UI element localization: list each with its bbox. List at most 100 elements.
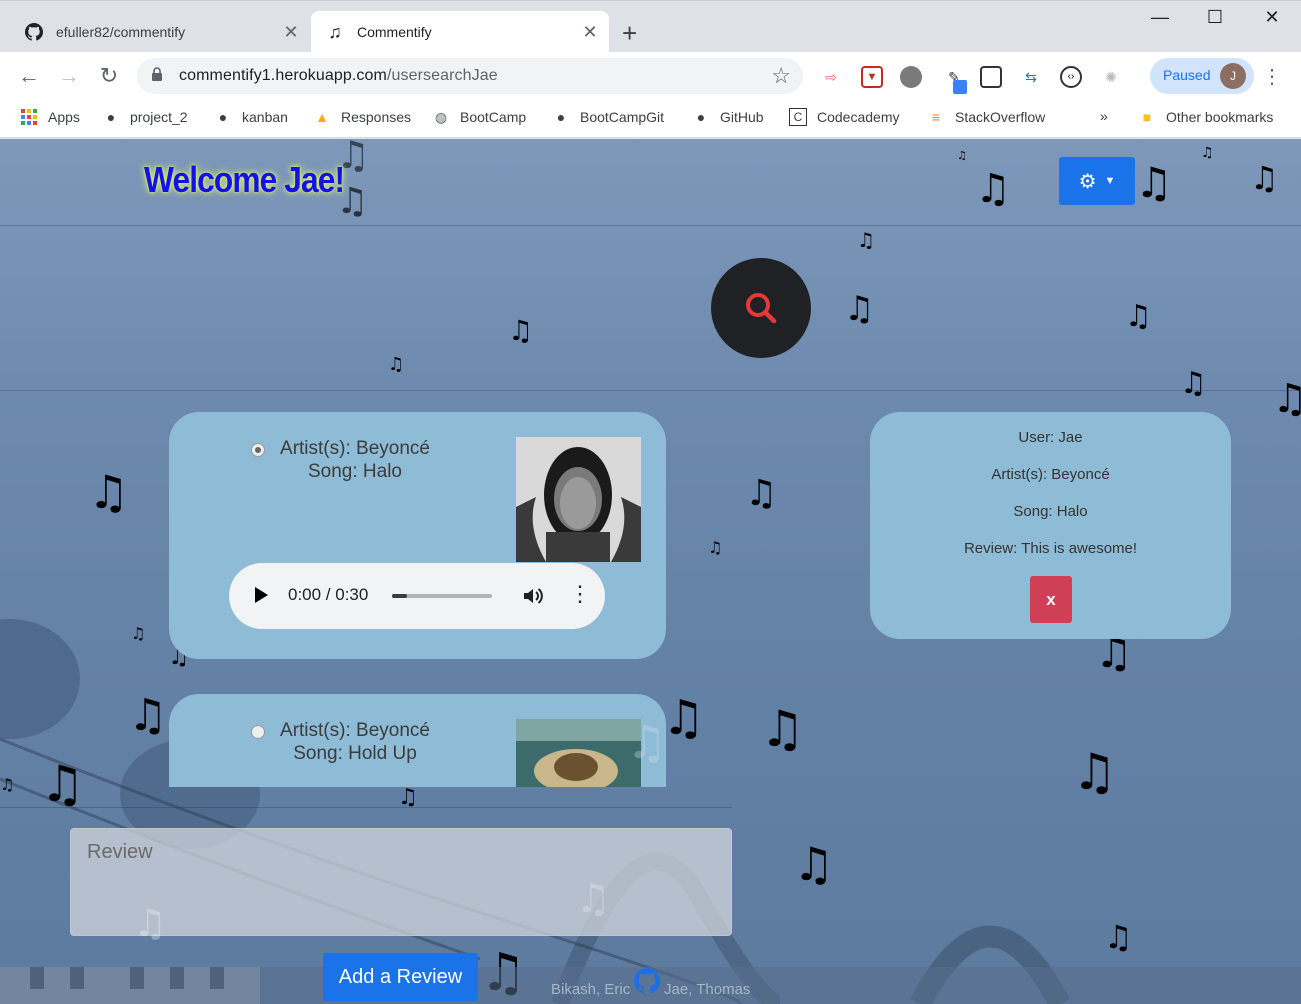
music-note-icon: ♫	[40, 755, 85, 813]
song-result-card[interactable]: Artist(s): Beyoncé Song: Halo 0:00 / 0:3…	[169, 412, 666, 659]
profile-button[interactable]: Paused J	[1150, 58, 1254, 94]
extension-chat-icon[interactable]	[900, 66, 922, 88]
song-label: Song: Halo	[307, 461, 402, 482]
music-note-icon: ♫	[1104, 918, 1133, 956]
music-note-icon: ♫	[760, 700, 805, 758]
music-note-icon: ♫	[1135, 158, 1173, 207]
bookmark-github[interactable]: ● GitHub	[692, 108, 764, 126]
extension-arrows-icon[interactable]: ⇆	[1020, 66, 1042, 88]
browser-toolbar: ← → ↻ commentify1.herokuapp.com/usersear…	[0, 52, 1301, 100]
music-note-icon: ♫	[328, 21, 342, 42]
extension-screenshot-icon[interactable]	[980, 66, 1002, 88]
music-note-icon: ♫	[128, 690, 168, 741]
bookmark-bootcamp[interactable]: ◍ BootCamp	[432, 108, 526, 126]
extension-cast-icon[interactable]: ⇨	[820, 66, 842, 88]
review-user: User: Jae	[1018, 429, 1083, 446]
song-label: Song: Hold Up	[293, 743, 417, 764]
bookmark-stackoverflow[interactable]: ≡ StackOverflow	[927, 108, 1045, 126]
search-button[interactable]	[711, 258, 811, 358]
apps-grid-icon	[20, 108, 38, 126]
extension-react-icon[interactable]: ✺	[1100, 66, 1122, 88]
play-icon[interactable]	[255, 587, 268, 603]
divider	[0, 225, 1301, 226]
music-note-icon: ♫	[508, 314, 534, 347]
tab-title: efuller82/commentify	[56, 24, 186, 40]
audio-player[interactable]: 0:00 / 0:30 ⋮	[229, 563, 605, 629]
close-icon[interactable]: ✕	[579, 22, 601, 43]
music-note-icon: ♫	[1250, 159, 1279, 197]
caret-down-icon: ▼	[1104, 175, 1116, 187]
forward-button[interactable]: →	[54, 62, 84, 92]
settings-dropdown-button[interactable]: ⚙ ▼	[1059, 157, 1135, 205]
bookmark-bootcampgit[interactable]: ● BootCampGit	[552, 108, 664, 126]
extension-pocket-icon[interactable]: ▼	[861, 66, 883, 88]
delete-review-button[interactable]: x	[1030, 576, 1072, 623]
extension-code-icon[interactable]: ‹›	[1060, 66, 1082, 88]
bookmark-apps[interactable]: Apps	[20, 108, 80, 126]
browser-menu-icon[interactable]: ⋮	[1262, 64, 1282, 89]
page-viewport: ♫ ♫ ♫ ♫ ♫ ♫ ♫ ♫ ♫ ♫ ♫ ♫ ♫ ♫ ♫ ♫ ♫ ♫ ♫ ♫ …	[0, 139, 1301, 1004]
song-result-card[interactable]: Artist(s): Beyoncé Song: Hold Up	[169, 694, 666, 787]
bookmark-other[interactable]: ■ Other bookmarks	[1138, 108, 1274, 126]
review-input[interactable]	[70, 828, 732, 936]
music-note-icon: ♫	[1272, 376, 1301, 422]
volume-icon[interactable]	[521, 584, 545, 608]
song-info: Artist(s): Beyoncé Song: Hold Up	[249, 719, 461, 765]
new-tab-button[interactable]: +	[622, 19, 637, 47]
playback-time: 0:00 / 0:30	[288, 585, 369, 604]
welcome-heading: Welcome Jae!	[144, 159, 345, 200]
review-card: User: Jae Artist(s): Beyoncé Song: Halo …	[870, 412, 1231, 639]
lock-icon	[152, 67, 162, 81]
window-close-button[interactable]: ✕	[1252, 7, 1292, 28]
tab-strip: efuller82/commentify ✕ ♫ Commentify ✕ + …	[0, 0, 1301, 53]
bookmark-responses[interactable]: ▲ Responses	[313, 108, 411, 126]
bookmarks-overflow-button[interactable]: »	[1100, 108, 1108, 124]
music-note-icon: ♫	[745, 473, 778, 514]
url-text: commentify1.herokuapp.com/usersearchJae	[179, 67, 498, 84]
music-note-icon: ♫	[1201, 145, 1214, 161]
bookmark-project2[interactable]: ● project_2	[102, 108, 188, 126]
github-icon: ●	[556, 109, 566, 125]
address-bar[interactable]: commentify1.herokuapp.com/usersearchJae …	[137, 58, 803, 94]
bookmark-kanban[interactable]: ● kanban	[214, 108, 288, 126]
profile-status: Paused	[1163, 67, 1211, 83]
reload-button[interactable]: ↻	[94, 62, 124, 92]
bookmark-codecademy[interactable]: C Codecademy	[789, 108, 900, 126]
back-button[interactable]: ←	[14, 62, 44, 92]
tab-commentify[interactable]: ♫ Commentify ✕	[311, 11, 609, 53]
gears-icon: ⚙	[1078, 170, 1097, 193]
maximize-button[interactable]: ☐	[1195, 7, 1235, 28]
seek-progress	[392, 594, 407, 598]
music-note-icon: ♫	[1125, 299, 1152, 334]
review-song: Song: Halo	[1013, 503, 1088, 520]
globe-icon: ◍	[434, 108, 448, 125]
music-note-icon: ♫	[133, 901, 168, 945]
avatar: J	[1220, 63, 1246, 89]
firebase-icon: ▲	[315, 109, 329, 125]
music-note-icon: ♫	[88, 465, 130, 519]
artist-label: Artist(s): Beyoncé	[280, 720, 430, 741]
review-text: Review: This is awesome!	[963, 540, 1138, 557]
tab-github[interactable]: efuller82/commentify ✕	[10, 11, 310, 53]
music-note-icon: ♫	[857, 228, 875, 252]
credits-right: Jae, Thomas	[664, 981, 751, 998]
artist-label: Artist(s): Beyoncé	[280, 438, 430, 459]
music-note-icon: ♫	[0, 775, 15, 794]
bookmark-star-icon[interactable]: ☆	[771, 63, 791, 89]
seek-slider[interactable]	[392, 594, 492, 598]
more-options-icon[interactable]: ⋮	[569, 581, 591, 607]
minimize-button[interactable]: —	[1140, 7, 1180, 28]
tab-title: Commentify	[357, 24, 432, 40]
review-artist: Artist(s): Beyoncé	[991, 466, 1110, 483]
add-review-button[interactable]: Add a Review	[323, 953, 478, 1001]
divider	[0, 390, 1301, 391]
folder-icon: ■	[1142, 109, 1152, 125]
github-icon[interactable]	[634, 968, 660, 994]
close-icon[interactable]: ✕	[280, 22, 302, 43]
stackoverflow-icon: ≡	[931, 109, 941, 125]
music-note-icon: ♫	[131, 624, 146, 643]
extension-color-swatch	[953, 80, 967, 94]
music-note-icon: ♫	[975, 166, 1011, 212]
music-note-icon: ♫	[1072, 743, 1117, 801]
music-note-icon: ♫	[626, 715, 668, 769]
